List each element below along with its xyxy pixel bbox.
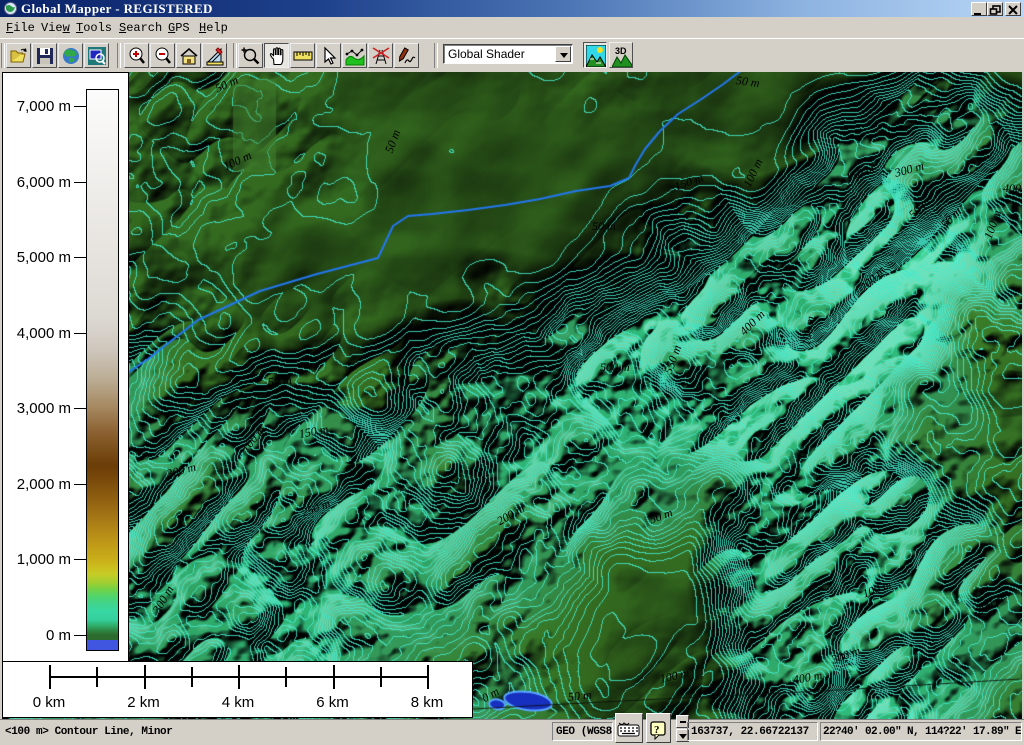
svg-text:?: ? — [654, 724, 659, 736]
